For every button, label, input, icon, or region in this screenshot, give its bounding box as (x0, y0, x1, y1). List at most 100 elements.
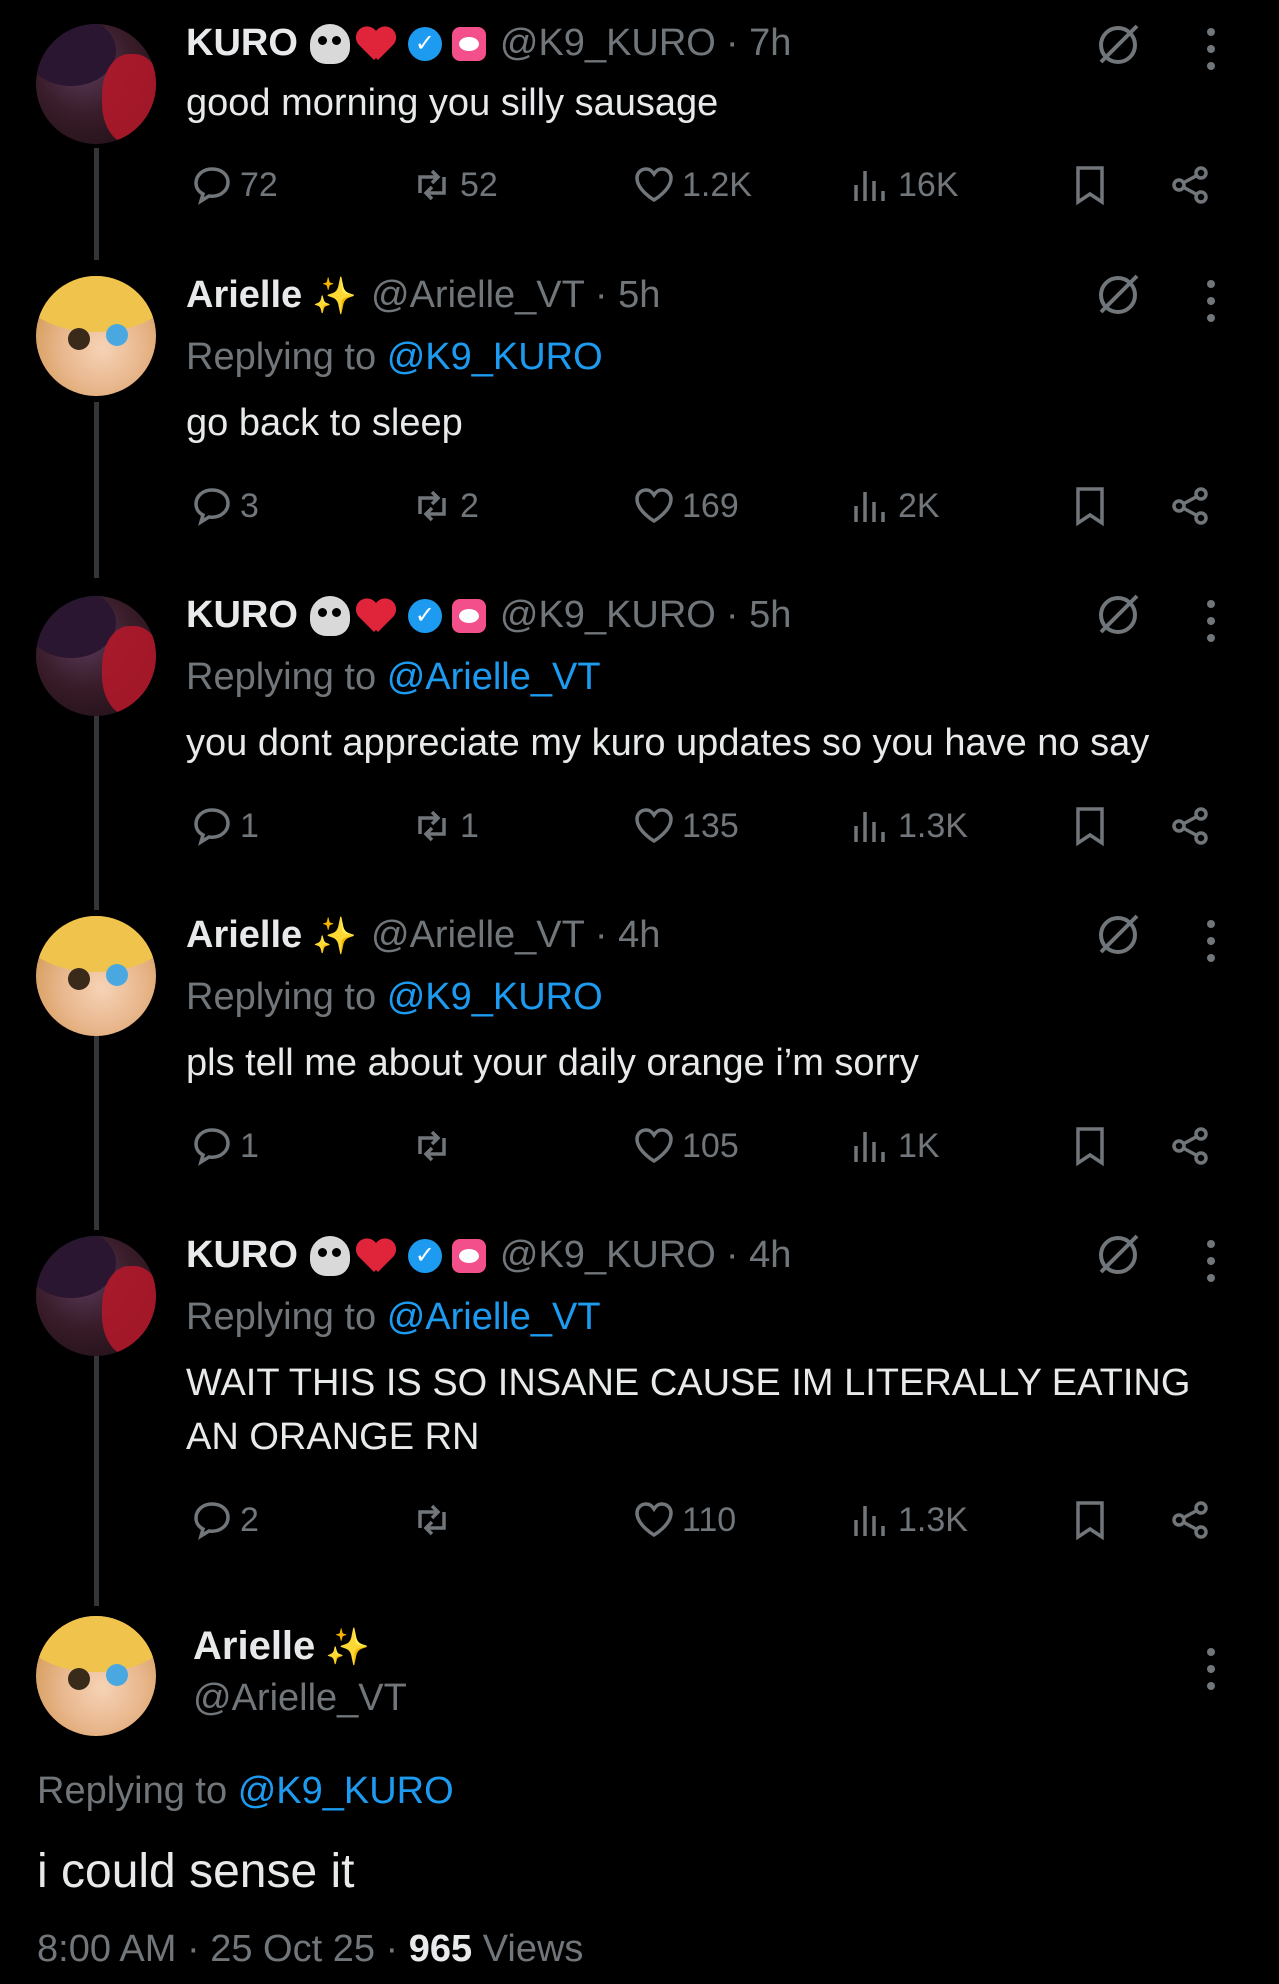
display-name[interactable]: Arielle (186, 274, 302, 317)
like-button[interactable]: 169 (632, 484, 739, 528)
timestamp[interactable]: · 5h (595, 274, 660, 317)
share-button[interactable] (1168, 1124, 1218, 1168)
affiliate-badge-icon[interactable] (451, 26, 486, 61)
post-time[interactable]: 8:00 AM (37, 1928, 176, 1970)
views-icon (854, 171, 885, 201)
affiliate-badge-icon[interactable] (451, 598, 486, 633)
display-name[interactable]: Arielle (186, 914, 302, 957)
replying-prefix: Replying to (37, 1770, 228, 1812)
mention-link[interactable]: @K9_KURO (387, 336, 603, 378)
bookmark-button[interactable] (1068, 484, 1118, 528)
bookmark-button[interactable] (1068, 1498, 1118, 1542)
views-count: 16K (898, 165, 959, 204)
views-total[interactable]: 965 (409, 1928, 472, 1970)
views-button[interactable]: 16K (848, 163, 959, 207)
grok-icon[interactable] (1095, 272, 1141, 318)
display-name[interactable]: KURO (186, 1234, 298, 1277)
reply-button[interactable]: 1 (190, 1124, 259, 1168)
tweet-header: KURO ✓ @K9_KURO · 5h (186, 594, 791, 637)
reply-count: 72 (240, 165, 278, 204)
grok-icon[interactable] (1095, 1232, 1141, 1278)
share-button[interactable] (1168, 1498, 1218, 1542)
affiliate-badge-icon[interactable] (451, 1238, 486, 1273)
replying-to: Replying to @Arielle_VT (186, 1296, 601, 1339)
display-name[interactable]: KURO (186, 22, 298, 65)
bookmark-button[interactable] (1068, 1124, 1118, 1168)
views-button[interactable]: 1K (848, 1124, 940, 1168)
like-button[interactable]: 1.2K (632, 163, 752, 207)
more-options-icon[interactable] (1206, 920, 1216, 962)
repost-icon (418, 810, 446, 842)
avatar[interactable] (36, 1616, 156, 1736)
handle[interactable]: @Arielle_VT (371, 914, 585, 957)
heart-icon (635, 808, 673, 844)
verified-badge-icon[interactable]: ✓ (407, 26, 442, 61)
repost-button[interactable]: 52 (410, 163, 498, 207)
more-options-icon[interactable] (1206, 1648, 1216, 1690)
timestamp[interactable]: · 4h (726, 1234, 791, 1277)
skull-emoji-icon (309, 23, 350, 64)
avatar[interactable] (36, 916, 156, 1036)
handle[interactable]: @K9_KURO (500, 594, 716, 637)
bookmark-button[interactable] (1068, 804, 1118, 848)
display-name[interactable]: KURO (186, 594, 298, 637)
more-options-icon[interactable] (1206, 600, 1216, 642)
grok-icon[interactable] (1095, 912, 1141, 958)
tweet-header: KURO ✓ @K9_KURO · 4h (186, 1234, 791, 1277)
views-button[interactable]: 2K (848, 484, 940, 528)
heart-icon (635, 167, 673, 203)
like-button[interactable]: 105 (632, 1124, 739, 1168)
repost-button[interactable]: 2 (410, 484, 479, 528)
more-options-icon[interactable] (1206, 1240, 1216, 1282)
views-button[interactable]: 1.3K (848, 804, 968, 848)
reply-button[interactable]: 72 (190, 163, 278, 207)
grok-icon[interactable] (1095, 22, 1141, 68)
share-button[interactable] (1168, 804, 1218, 848)
handle[interactable]: @K9_KURO (500, 1234, 716, 1277)
grok-icon[interactable] (1095, 592, 1141, 638)
verified-badge-icon[interactable]: ✓ (407, 1238, 442, 1273)
mention-link[interactable]: @Arielle_VT (387, 656, 601, 698)
skull-emoji-icon (309, 1235, 350, 1276)
views-count: 1K (898, 1126, 940, 1165)
share-icon (1172, 166, 1208, 204)
repost-button[interactable] (410, 1124, 460, 1168)
reply-icon (194, 1502, 230, 1540)
mention-link[interactable]: @K9_KURO (387, 976, 603, 1018)
share-button[interactable] (1168, 163, 1218, 207)
share-icon (1172, 487, 1208, 525)
verified-badge-icon[interactable]: ✓ (407, 598, 442, 633)
repost-button[interactable]: 1 (410, 804, 479, 848)
avatar[interactable] (36, 596, 156, 716)
avatar[interactable] (36, 1236, 156, 1356)
reply-button[interactable]: 1 (190, 804, 259, 848)
mention-link[interactable]: @K9_KURO (238, 1770, 454, 1812)
bookmark-button[interactable] (1068, 163, 1118, 207)
handle[interactable]: @K9_KURO (500, 22, 716, 65)
reply-count: 1 (240, 806, 259, 845)
post-date[interactable]: 25 Oct 25 (210, 1928, 375, 1970)
replying-prefix: Replying to (186, 976, 377, 1018)
timestamp[interactable]: · 5h (726, 594, 791, 637)
share-button[interactable] (1168, 484, 1218, 528)
avatar[interactable] (36, 24, 156, 144)
timestamp[interactable]: · 7h (726, 22, 791, 65)
heart-icon (635, 488, 673, 524)
display-name[interactable]: Arielle ✨ (193, 1624, 370, 1669)
handle[interactable]: @Arielle_VT (371, 274, 585, 317)
repost-button[interactable] (410, 1498, 460, 1542)
reply-button[interactable]: 3 (190, 484, 259, 528)
avatar[interactable] (36, 276, 156, 396)
timestamp[interactable]: · 4h (595, 914, 660, 957)
like-button[interactable]: 110 (632, 1498, 736, 1542)
views-icon (854, 1132, 885, 1162)
more-options-icon[interactable] (1206, 28, 1216, 70)
share-icon (1172, 1127, 1208, 1165)
more-options-icon[interactable] (1206, 280, 1216, 322)
views-button[interactable]: 1.3K (848, 1498, 968, 1542)
reply-button[interactable]: 2 (190, 1498, 259, 1542)
replying-prefix: Replying to (186, 656, 377, 698)
handle[interactable]: @Arielle_VT (193, 1677, 407, 1720)
mention-link[interactable]: @Arielle_VT (387, 1296, 601, 1338)
like-button[interactable]: 135 (632, 804, 739, 848)
